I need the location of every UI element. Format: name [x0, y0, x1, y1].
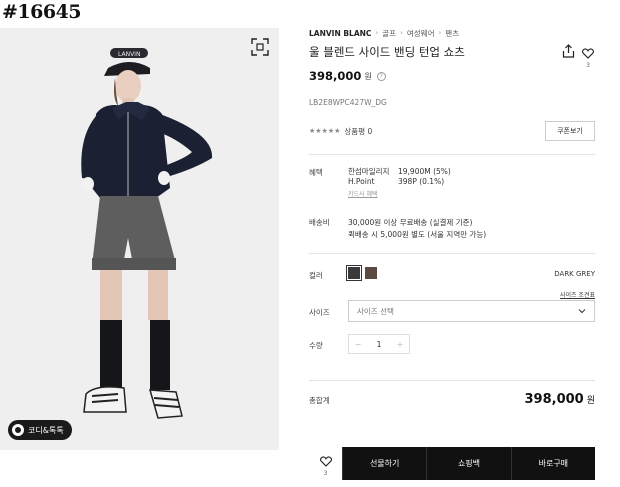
chevron-right-icon: › [438, 29, 442, 37]
heart-icon [319, 456, 332, 467]
quantity-label: 수량 [309, 341, 323, 350]
card-benefit-link[interactable]: 카드사 혜택 [348, 190, 378, 200]
color-swatch-dark-grey[interactable] [346, 265, 362, 281]
rating-stars: ★★★★★ [309, 127, 341, 135]
coupon-button[interactable]: 쿠폰보기 [545, 121, 595, 141]
benefit-label: 혜택 [309, 168, 323, 177]
quantity-minus-button[interactable]: − [349, 340, 367, 349]
buy-now-button[interactable]: 바로구매 [510, 447, 595, 480]
chevron-right-icon: › [375, 29, 379, 37]
color-label: 컬러 [309, 271, 323, 280]
expand-icon[interactable] [251, 38, 269, 56]
coordi-talk-label: 코디&톡톡 [28, 425, 64, 435]
total-section: 총합계 398,000 원 [309, 381, 595, 415]
size-guide-link[interactable]: 사이즈 조견표 [560, 290, 595, 299]
benefit-value: 19,900M (5%) [398, 167, 451, 176]
quantity-section: 수량 − 1 + [309, 334, 595, 380]
size-select-placeholder: 사이즈 선택 [357, 306, 394, 316]
product-code: LB2E8WPC427W_DG [309, 98, 387, 107]
shipping-section: 배송비 30,000원 이상 무료배송 (실결제 기준) 퀵배송 시 5,000… [309, 207, 595, 253]
shipping-label: 배송비 [309, 218, 330, 227]
product-price: 398,000 [309, 69, 362, 83]
benefit-name: H.Point [348, 177, 375, 186]
total-unit: 원 [586, 396, 595, 406]
chevron-down-icon [578, 309, 586, 314]
price-info-icon[interactable]: ? [376, 71, 386, 81]
breadcrumb-brand[interactable]: LANVIN BLANC [309, 29, 371, 38]
total-price: 398,000 [524, 392, 584, 407]
breadcrumb: LANVIN BLANC › 골프 › 여성웨어 › 팬츠 [309, 28, 595, 38]
post-tag: #16645 [2, 1, 82, 23]
quantity-stepper: − 1 + [348, 334, 410, 354]
shopping-bag-button[interactable]: 쇼핑백 [426, 447, 511, 480]
size-select[interactable]: 사이즈 선택 [348, 300, 595, 322]
benefit-name: 한섬마일리지 [348, 167, 390, 176]
benefit-section: 혜택 한섬마일리지 19,900M (5%) H.Point 398P (0.1… [309, 155, 595, 207]
coordi-icon [12, 424, 24, 436]
product-info: LANVIN BLANC › 골프 › 여성웨어 › 팬츠 울 블렌드 사이드 … [309, 28, 595, 415]
breadcrumb-pants[interactable]: 팬츠 [445, 28, 459, 39]
breadcrumb-golf[interactable]: 골프 [382, 28, 396, 39]
product-photo[interactable]: LANVIN 코디&톡톡 [0, 28, 279, 450]
wishlist-count: 3 [323, 470, 328, 477]
like-count: 3 [586, 62, 590, 69]
chevron-right-icon: › [400, 29, 403, 37]
total-label: 총합계 [309, 396, 330, 405]
shipping-line: 30,000원 이상 무료배송 (실결제 기준) [348, 218, 473, 227]
price-unit: 원 [364, 71, 372, 81]
model-illustration: LANVIN [0, 28, 279, 450]
reviews-link[interactable]: 상품평 0 [344, 126, 372, 137]
quantity-plus-button[interactable]: + [391, 340, 409, 349]
benefit-value: 398P (0.1%) [398, 177, 445, 186]
color-section: 컬러 DARK GREY [309, 254, 595, 288]
coordi-talk-button[interactable]: 코디&톡톡 [8, 420, 72, 440]
purchase-bar: 3 선물하기 쇼핑백 바로구매 [309, 447, 595, 480]
selected-color-name: DARK GREY [554, 270, 595, 278]
wishlist-button[interactable]: 3 [309, 447, 342, 480]
share-icon[interactable] [562, 44, 575, 58]
like-button[interactable]: 3 [581, 44, 595, 69]
product-title: 울 블렌드 사이드 밴딩 턴업 쇼츠 [309, 45, 465, 59]
shipping-line: 퀵배송 시 5,000원 별도 (서울 지역만 가능) [348, 230, 487, 239]
breadcrumb-womenswear[interactable]: 여성웨어 [407, 28, 435, 39]
benefit-row: 한섬마일리지 19,900M (5%) [348, 167, 451, 177]
size-label: 사이즈 [309, 308, 330, 317]
benefit-row: H.Point 398P (0.1%) [348, 177, 451, 187]
gift-button[interactable]: 선물하기 [342, 447, 427, 480]
heart-icon [582, 48, 594, 59]
size-section: 사이즈 사이즈 선택 [309, 300, 595, 334]
cap-logo: LANVIN [118, 51, 140, 58]
color-swatch-brown[interactable] [365, 267, 377, 279]
quantity-value[interactable]: 1 [376, 340, 381, 349]
